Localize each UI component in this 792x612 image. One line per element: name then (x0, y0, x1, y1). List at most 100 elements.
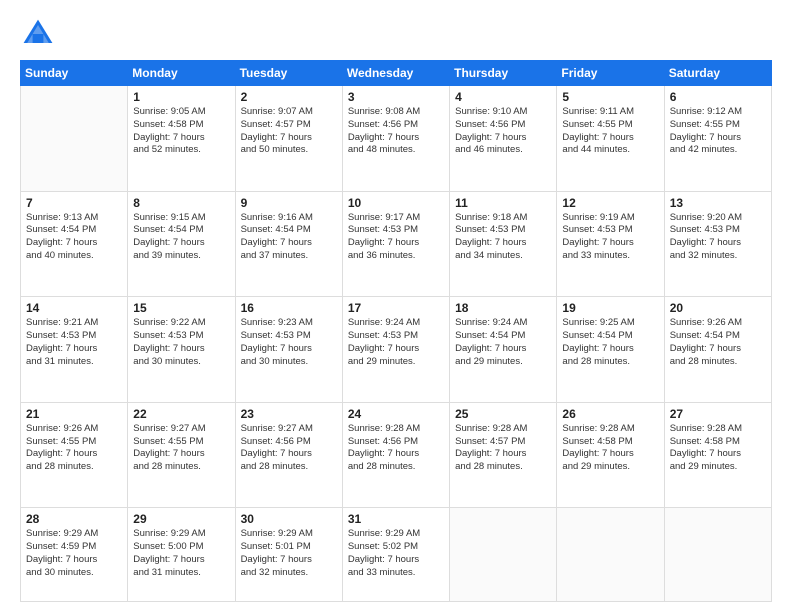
calendar-cell: 19 Sunrise: 9:25 AM Sunset: 4:54 PM Dayli… (557, 297, 664, 403)
day-number: 27 (670, 407, 766, 421)
cell-info: Sunrise: 9:29 AM Sunset: 5:01 PM Dayligh… (241, 528, 337, 579)
day-number: 16 (241, 301, 337, 315)
weekday-header-tuesday: Tuesday (235, 61, 342, 86)
day-number: 29 (133, 512, 229, 526)
calendar-table: SundayMondayTuesdayWednesdayThursdayFrid… (20, 60, 772, 602)
cell-info: Sunrise: 9:28 AM Sunset: 4:58 PM Dayligh… (562, 423, 658, 474)
calendar-cell: 1 Sunrise: 9:05 AM Sunset: 4:58 PM Daylig… (128, 86, 235, 192)
day-number: 4 (455, 90, 551, 104)
weekday-header-row: SundayMondayTuesdayWednesdayThursdayFrid… (21, 61, 772, 86)
calendar-cell (557, 508, 664, 602)
weekday-header-monday: Monday (128, 61, 235, 86)
day-number: 31 (348, 512, 444, 526)
week-row-5: 28Sunrise: 9:29 AM Sunset: 4:59 PM Dayli… (21, 508, 772, 602)
day-number: 2 (241, 90, 337, 104)
logo-icon (20, 16, 56, 52)
calendar-cell (450, 508, 557, 602)
week-row-1: 1 Sunrise: 9:05 AM Sunset: 4:58 PM Daylig… (21, 86, 772, 192)
calendar-cell: 30 Sunrise: 9:29 AM Sunset: 5:01 PM Dayli… (235, 508, 342, 602)
calendar-cell: 10 Sunrise: 9:17 AM Sunset: 4:53 PM Dayli… (342, 191, 449, 297)
cell-info: Sunrise: 9:10 AM Sunset: 4:56 PM Dayligh… (455, 106, 551, 157)
calendar-cell: 21 Sunrise: 9:26 AM Sunset: 4:55 PM Dayli… (21, 402, 128, 508)
page: SundayMondayTuesdayWednesdayThursdayFrid… (0, 0, 792, 612)
calendar-cell: 28Sunrise: 9:29 AM Sunset: 4:59 PM Dayli… (21, 508, 128, 602)
cell-info: Sunrise: 9:20 AM Sunset: 4:53 PM Dayligh… (670, 212, 766, 263)
header (20, 16, 772, 52)
cell-info: Sunrise: 9:21 AM Sunset: 4:53 PM Dayligh… (26, 317, 122, 368)
cell-info: Sunrise: 9:22 AM Sunset: 4:53 PM Dayligh… (133, 317, 229, 368)
week-row-3: 14 Sunrise: 9:21 AM Sunset: 4:53 PM Dayli… (21, 297, 772, 403)
day-number: 26 (562, 407, 658, 421)
cell-info: Sunrise: 9:29 AM Sunset: 5:00 PM Dayligh… (133, 528, 229, 579)
day-number: 18 (455, 301, 551, 315)
calendar-cell: 8 Sunrise: 9:15 AM Sunset: 4:54 PM Daylig… (128, 191, 235, 297)
weekday-header-sunday: Sunday (21, 61, 128, 86)
day-number: 25 (455, 407, 551, 421)
logo (20, 16, 60, 52)
day-number: 1 (133, 90, 229, 104)
cell-info: Sunrise: 9:23 AM Sunset: 4:53 PM Dayligh… (241, 317, 337, 368)
cell-info: Sunrise: 9:27 AM Sunset: 4:56 PM Dayligh… (241, 423, 337, 474)
cell-info: Sunrise: 9:25 AM Sunset: 4:54 PM Dayligh… (562, 317, 658, 368)
calendar-cell: 2 Sunrise: 9:07 AM Sunset: 4:57 PM Daylig… (235, 86, 342, 192)
calendar-cell: 29 Sunrise: 9:29 AM Sunset: 5:00 PM Dayli… (128, 508, 235, 602)
day-number: 5 (562, 90, 658, 104)
cell-info: Sunrise: 9:28 AM Sunset: 4:57 PM Dayligh… (455, 423, 551, 474)
calendar-cell: 27 Sunrise: 9:28 AM Sunset: 4:58 PM Dayli… (664, 402, 771, 508)
cell-info: Sunrise: 9:28 AM Sunset: 4:56 PM Dayligh… (348, 423, 444, 474)
cell-info: Sunrise: 9:28 AM Sunset: 4:58 PM Dayligh… (670, 423, 766, 474)
calendar-cell: 25 Sunrise: 9:28 AM Sunset: 4:57 PM Dayli… (450, 402, 557, 508)
cell-info: Sunrise: 9:29 AM Sunset: 5:02 PM Dayligh… (348, 528, 444, 579)
week-row-4: 21 Sunrise: 9:26 AM Sunset: 4:55 PM Dayli… (21, 402, 772, 508)
calendar-cell: 15 Sunrise: 9:22 AM Sunset: 4:53 PM Dayli… (128, 297, 235, 403)
day-number: 23 (241, 407, 337, 421)
calendar-cell: 26 Sunrise: 9:28 AM Sunset: 4:58 PM Dayli… (557, 402, 664, 508)
cell-info: Sunrise: 9:11 AM Sunset: 4:55 PM Dayligh… (562, 106, 658, 157)
weekday-header-saturday: Saturday (664, 61, 771, 86)
cell-info: Sunrise: 9:05 AM Sunset: 4:58 PM Dayligh… (133, 106, 229, 157)
day-number: 24 (348, 407, 444, 421)
calendar-cell: 3 Sunrise: 9:08 AM Sunset: 4:56 PM Daylig… (342, 86, 449, 192)
cell-info: Sunrise: 9:07 AM Sunset: 4:57 PM Dayligh… (241, 106, 337, 157)
calendar-cell: 14 Sunrise: 9:21 AM Sunset: 4:53 PM Dayli… (21, 297, 128, 403)
day-number: 3 (348, 90, 444, 104)
cell-info: Sunrise: 9:17 AM Sunset: 4:53 PM Dayligh… (348, 212, 444, 263)
cell-info: Sunrise: 9:27 AM Sunset: 4:55 PM Dayligh… (133, 423, 229, 474)
calendar-cell: 22 Sunrise: 9:27 AM Sunset: 4:55 PM Dayli… (128, 402, 235, 508)
calendar-cell: 18 Sunrise: 9:24 AM Sunset: 4:54 PM Dayli… (450, 297, 557, 403)
calendar-cell: 7 Sunrise: 9:13 AM Sunset: 4:54 PM Daylig… (21, 191, 128, 297)
week-row-2: 7 Sunrise: 9:13 AM Sunset: 4:54 PM Daylig… (21, 191, 772, 297)
weekday-header-wednesday: Wednesday (342, 61, 449, 86)
cell-info: Sunrise: 9:29 AM Sunset: 4:59 PM Dayligh… (26, 528, 122, 579)
cell-info: Sunrise: 9:19 AM Sunset: 4:53 PM Dayligh… (562, 212, 658, 263)
day-number: 20 (670, 301, 766, 315)
cell-info: Sunrise: 9:26 AM Sunset: 4:55 PM Dayligh… (26, 423, 122, 474)
calendar-cell: 16 Sunrise: 9:23 AM Sunset: 4:53 PM Dayli… (235, 297, 342, 403)
cell-info: Sunrise: 9:13 AM Sunset: 4:54 PM Dayligh… (26, 212, 122, 263)
day-number: 15 (133, 301, 229, 315)
day-number: 19 (562, 301, 658, 315)
cell-info: Sunrise: 9:15 AM Sunset: 4:54 PM Dayligh… (133, 212, 229, 263)
calendar-cell: 13Sunrise: 9:20 AM Sunset: 4:53 PM Dayli… (664, 191, 771, 297)
day-number: 7 (26, 196, 122, 210)
calendar-cell: 31 Sunrise: 9:29 AM Sunset: 5:02 PM Dayli… (342, 508, 449, 602)
day-number: 30 (241, 512, 337, 526)
day-number: 21 (26, 407, 122, 421)
calendar-cell: 6 Sunrise: 9:12 AM Sunset: 4:55 PM Daylig… (664, 86, 771, 192)
day-number: 8 (133, 196, 229, 210)
day-number: 6 (670, 90, 766, 104)
calendar-cell: 11Sunrise: 9:18 AM Sunset: 4:53 PM Dayli… (450, 191, 557, 297)
day-number: 12 (562, 196, 658, 210)
calendar-cell: 20 Sunrise: 9:26 AM Sunset: 4:54 PM Dayli… (664, 297, 771, 403)
cell-info: Sunrise: 9:18 AM Sunset: 4:53 PM Dayligh… (455, 212, 551, 263)
calendar-cell: 4 Sunrise: 9:10 AM Sunset: 4:56 PM Daylig… (450, 86, 557, 192)
day-number: 14 (26, 301, 122, 315)
cell-info: Sunrise: 9:26 AM Sunset: 4:54 PM Dayligh… (670, 317, 766, 368)
calendar-cell: 23 Sunrise: 9:27 AM Sunset: 4:56 PM Dayli… (235, 402, 342, 508)
cell-info: Sunrise: 9:08 AM Sunset: 4:56 PM Dayligh… (348, 106, 444, 157)
calendar-cell (664, 508, 771, 602)
day-number: 22 (133, 407, 229, 421)
day-number: 10 (348, 196, 444, 210)
cell-info: Sunrise: 9:12 AM Sunset: 4:55 PM Dayligh… (670, 106, 766, 157)
cell-info: Sunrise: 9:24 AM Sunset: 4:54 PM Dayligh… (455, 317, 551, 368)
